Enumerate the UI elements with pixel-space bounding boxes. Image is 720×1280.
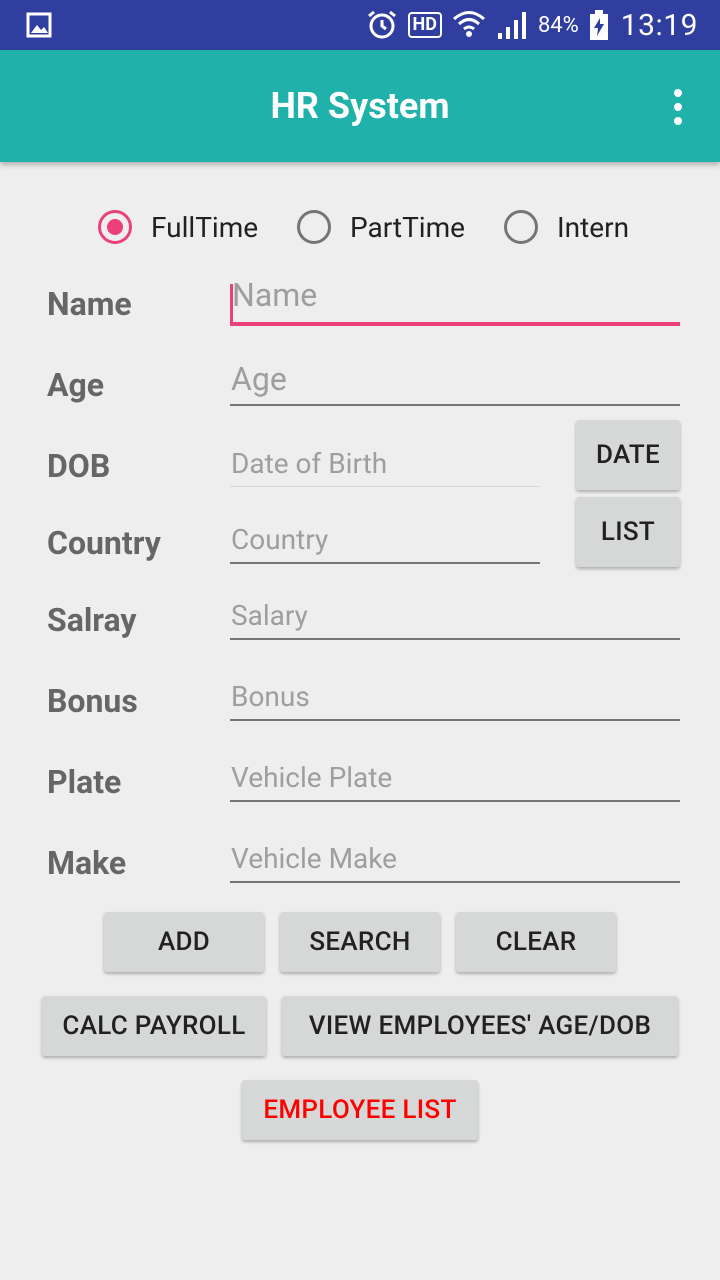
- age-placeholder: Age: [231, 360, 287, 398]
- age-label: Age: [47, 366, 105, 404]
- name-placeholder: Name: [232, 276, 318, 314]
- date-button[interactable]: DATE: [576, 420, 680, 490]
- radio-label: Intern: [557, 210, 630, 244]
- radio-label: FullTime: [151, 210, 259, 244]
- salary-label: Salray: [47, 601, 137, 639]
- radio-unchecked-icon: [297, 210, 331, 244]
- app-bar: HR System: [0, 50, 720, 162]
- country-label: Country: [47, 524, 161, 562]
- wifi-icon: [452, 11, 485, 37]
- radio-intern[interactable]: Intern: [504, 205, 629, 249]
- app-title: HR System: [270, 85, 450, 127]
- bonus-input[interactable]: Bonus: [230, 679, 680, 721]
- status-icons: HD 84% 13:19: [356, 0, 698, 50]
- dob-placeholder: Date of Birth: [231, 447, 388, 480]
- employee-type-radio-group: FullTime PartTime Intern: [0, 205, 720, 249]
- vehicle-make-placeholder: Vehicle Make: [231, 842, 398, 875]
- country-placeholder: Country: [231, 523, 329, 556]
- make-label: Make: [47, 844, 127, 882]
- radio-checked-icon: [98, 210, 132, 244]
- employee-list-button[interactable]: EMPLOYEE LIST: [242, 1080, 478, 1140]
- list-button[interactable]: LIST: [576, 497, 680, 567]
- country-input[interactable]: Country: [230, 522, 540, 564]
- salary-placeholder: Salary: [231, 599, 308, 632]
- signal-icon: [497, 12, 526, 39]
- radio-label: PartTime: [350, 210, 465, 244]
- vehicle-plate-input[interactable]: Vehicle Plate: [230, 760, 680, 802]
- status-clock: 13:19: [620, 7, 698, 43]
- salary-input[interactable]: Salary: [230, 598, 680, 640]
- radio-unchecked-icon: [504, 210, 538, 244]
- add-button[interactable]: ADD: [104, 912, 264, 972]
- battery-charging-icon: [589, 10, 608, 40]
- hd-voice-icon: HD: [407, 12, 442, 38]
- status-bar: HD 84% 13:19: [0, 0, 720, 50]
- name-label: Name: [47, 285, 132, 323]
- clear-button[interactable]: CLEAR: [456, 912, 616, 972]
- bonus-placeholder: Bonus: [231, 680, 310, 713]
- gallery-icon: [26, 12, 52, 38]
- hd-label: HD: [412, 14, 437, 35]
- dob-input[interactable]: Date of Birth: [230, 446, 540, 487]
- dob-label: DOB: [47, 447, 111, 485]
- age-input[interactable]: Age: [230, 360, 680, 406]
- vehicle-make-input[interactable]: Vehicle Make: [230, 841, 680, 883]
- name-input[interactable]: Name: [230, 276, 680, 326]
- battery-percent: 84%: [537, 12, 579, 38]
- overflow-menu-icon[interactable]: [666, 89, 690, 125]
- radio-fulltime[interactable]: FullTime: [98, 205, 258, 249]
- calc-payroll-button[interactable]: CALC PAYROLL: [42, 996, 266, 1056]
- search-button[interactable]: SEARCH: [280, 912, 440, 972]
- plate-label: Plate: [47, 763, 122, 801]
- vehicle-plate-placeholder: Vehicle Plate: [231, 761, 393, 794]
- bonus-label: Bonus: [47, 682, 138, 720]
- alarm-icon: [367, 10, 396, 39]
- radio-parttime[interactable]: PartTime: [297, 205, 465, 249]
- view-employees-age-dob-button[interactable]: VIEW EMPLOYEES' AGE/DOB: [282, 996, 678, 1056]
